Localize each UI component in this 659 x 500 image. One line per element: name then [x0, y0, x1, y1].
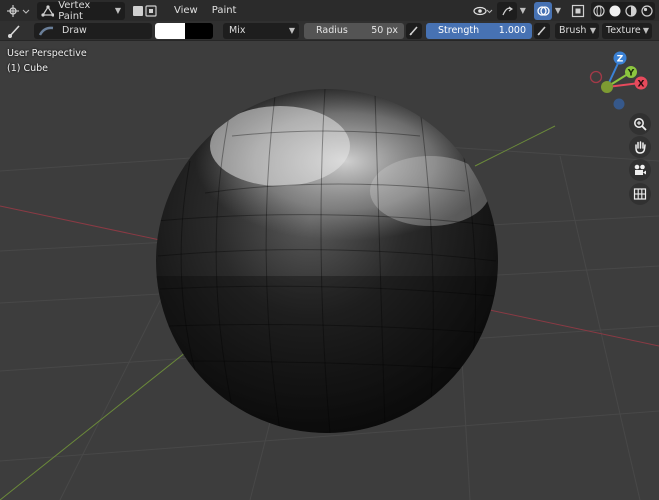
pen-pressure-icon: [409, 25, 418, 36]
neg-x-axis-handle: [589, 70, 603, 84]
overlay-icon: [537, 5, 550, 16]
color-swatches: [155, 22, 213, 39]
radius-label: Radius: [316, 25, 348, 36]
pan-button[interactable]: [629, 136, 651, 158]
3d-viewport[interactable]: User Perspective (1) Cube Z Y X: [0, 41, 659, 500]
overlay-toggle[interactable]: [533, 1, 552, 20]
texture-menu-label: Texture: [606, 25, 641, 36]
mode-select[interactable]: Vertex Paint ▼: [37, 0, 125, 22]
brush-menu[interactable]: Brush ▼: [555, 22, 599, 39]
secondary-color-swatch[interactable]: [185, 22, 213, 39]
viewport-scene: [0, 89, 659, 500]
neg-y-axis-handle: [601, 81, 613, 93]
eye-icon: [473, 6, 493, 15]
brush-select[interactable]: Draw: [34, 22, 152, 39]
gizmo-toggle[interactable]: [496, 1, 517, 20]
view3d-icon: [7, 4, 30, 17]
texture-menu[interactable]: Texture ▼: [602, 22, 652, 39]
navigation-gizmo[interactable]: Z Y X: [588, 47, 654, 113]
xray-toggle[interactable]: [569, 2, 587, 20]
menu-view[interactable]: View: [167, 2, 205, 20]
camera-view-button[interactable]: [629, 159, 651, 181]
shading-modes[interactable]: [591, 1, 655, 20]
mask-toggle-group[interactable]: [129, 2, 161, 20]
chevron-down-icon: ▼: [642, 26, 649, 35]
menu-paint[interactable]: Paint: [205, 2, 244, 20]
solid-shading-icon[interactable]: [609, 5, 621, 17]
radius-pressure-toggle[interactable]: [406, 22, 422, 39]
viewport-header: Vertex Paint ▼ View Paint ▼ ▼: [0, 0, 659, 22]
gizmo-icon: [502, 6, 513, 15]
y-axis-label: Y: [627, 69, 635, 79]
x-axis-label: X: [638, 80, 645, 90]
primary-color-swatch[interactable]: [155, 22, 185, 39]
blend-mode-select[interactable]: Mix ▼: [223, 22, 299, 39]
object-label: (1) Cube: [7, 63, 49, 74]
mode-label: Vertex Paint: [58, 0, 91, 22]
strength-value: 1.000: [498, 25, 526, 36]
neg-z-axis-handle: [613, 98, 625, 110]
sphere-mesh: [156, 89, 498, 433]
pen-pressure-icon: [537, 25, 546, 36]
brush-preview-icon: [38, 26, 54, 36]
rendered-shading-icon[interactable]: [641, 4, 653, 17]
chevron-down-icon: ▼: [288, 26, 295, 35]
perspective-label: User Perspective: [7, 48, 87, 59]
radius-value: 50 px: [371, 25, 398, 36]
material-shading-icon[interactable]: [625, 4, 637, 17]
zoom-icon: [634, 118, 647, 131]
editor-type-button[interactable]: [3, 2, 33, 20]
chevron-down-icon[interactable]: ▼: [520, 6, 526, 15]
brush-tool-icon[interactable]: [6, 23, 24, 39]
visibility-toggle[interactable]: [471, 2, 495, 20]
ortho-toggle-button[interactable]: [629, 183, 651, 205]
chevron-down-icon: ▼: [114, 6, 121, 15]
strength-pressure-toggle[interactable]: [534, 22, 550, 39]
vertex-paint-icon: [41, 4, 55, 17]
chevron-down-icon: ▼: [589, 26, 596, 35]
face-mask-icon: [133, 4, 157, 17]
zoom-button[interactable]: [629, 113, 651, 135]
blend-mode-label: Mix: [229, 25, 246, 36]
xray-icon: [571, 4, 585, 17]
z-axis-label: Z: [617, 55, 624, 65]
wireframe-shading-icon[interactable]: [593, 4, 605, 17]
pan-hand-icon: [635, 141, 646, 154]
brush-menu-label: Brush: [559, 25, 587, 36]
radius-field[interactable]: Radius 50 px: [304, 22, 404, 39]
chevron-down-icon[interactable]: ▼: [555, 6, 561, 15]
grid-icon: [633, 188, 647, 200]
strength-label: Strength: [438, 25, 480, 36]
strength-field[interactable]: Strength 1.000: [426, 22, 532, 39]
brush-name: Draw: [62, 25, 87, 36]
camera-icon: [634, 164, 646, 175]
tool-settings-bar: Draw Mix ▼ Radius 50 px Strength 1.000 B…: [0, 21, 659, 41]
